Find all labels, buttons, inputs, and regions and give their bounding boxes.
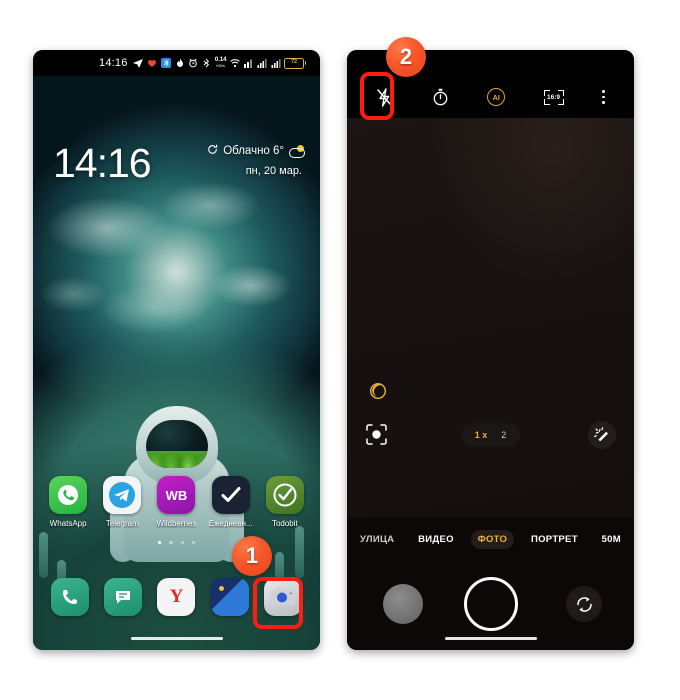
zoom-selector[interactable]: 1 x 2 bbox=[460, 423, 521, 447]
bluetooth-icon bbox=[201, 58, 211, 68]
app-wildberries[interactable]: WB Wildberries bbox=[152, 476, 200, 528]
weather-widget[interactable]: Облачно 6° пн, 20 мар. bbox=[207, 144, 305, 177]
network-speed-icon: 0.14 KB/s bbox=[214, 57, 227, 68]
mode-photo[interactable]: ФОТО bbox=[470, 530, 515, 549]
aspect-ratio-icon[interactable]: 16:9 bbox=[543, 89, 564, 105]
wildberries-glyph: WB bbox=[165, 487, 188, 503]
dock-item-phone[interactable] bbox=[50, 578, 89, 616]
weather-text: Облачно 6° bbox=[223, 145, 284, 157]
partly-cloudy-icon bbox=[289, 144, 305, 158]
telegram-icon bbox=[103, 476, 142, 514]
status-bar-clock: 14:16 bbox=[99, 57, 128, 69]
app-todobit[interactable]: Todobit bbox=[261, 476, 309, 528]
ai-icon[interactable]: AI bbox=[487, 88, 506, 106]
signal-sim2-icon bbox=[271, 58, 281, 68]
lockscreen-clock: 14:16 bbox=[53, 140, 152, 186]
checkmark-icon bbox=[211, 476, 250, 514]
dock-item-gallery[interactable] bbox=[210, 578, 249, 616]
dock-item-yandex[interactable]: Y bbox=[157, 578, 196, 616]
todobit-icon bbox=[265, 476, 304, 514]
flame-icon bbox=[175, 58, 185, 68]
page-dot bbox=[180, 540, 184, 544]
camera-mode-selector: УЛИЦА ВИДЕО ФОТО ПОРТРЕТ 50M bbox=[347, 530, 634, 549]
status-bar: 14:16 0.14 KB/s 72 bbox=[33, 50, 320, 76]
refresh-icon bbox=[207, 144, 218, 158]
camera-control-row: 1 x 2 bbox=[347, 418, 634, 452]
more-options-icon[interactable] bbox=[601, 90, 605, 104]
zoom-option-2x[interactable]: 2 bbox=[501, 430, 506, 440]
mode-ulitsa[interactable]: УЛИЦА bbox=[353, 530, 401, 549]
camera-app-screen: AI 16:9 1 x 2 УЛИЦА ВИДЕО ФОТО ПОРТРЕТ 5… bbox=[347, 50, 634, 650]
wildberries-icon: WB bbox=[157, 476, 196, 514]
gallery-thumbnail[interactable] bbox=[383, 584, 423, 624]
page-dot bbox=[191, 540, 196, 544]
camera-shutter-row bbox=[347, 574, 634, 634]
highlight-camera-dock-icon bbox=[253, 577, 303, 629]
timer-icon[interactable] bbox=[432, 88, 449, 106]
page-dot bbox=[169, 540, 173, 544]
night-mode-icon[interactable] bbox=[369, 382, 387, 400]
step-badge-1: 1 bbox=[232, 536, 272, 576]
android-home-screen: 14:16 0.14 KB/s 72 14:16 Облачно 6° пн, … bbox=[33, 50, 320, 650]
mode-portrait[interactable]: ПОРТРЕТ bbox=[524, 530, 585, 549]
whatsapp-icon bbox=[49, 476, 88, 514]
alarm-icon bbox=[188, 58, 198, 68]
home-indicator[interactable] bbox=[444, 636, 537, 640]
page-dot bbox=[157, 540, 162, 544]
home-indicator[interactable] bbox=[130, 636, 223, 640]
app-grid: WhatsApp Telegram WB Wildberries Ежеднев… bbox=[33, 476, 320, 528]
step-badge-2: 2 bbox=[386, 37, 426, 77]
app-telegram[interactable]: Telegram bbox=[98, 476, 146, 528]
vpn-icon bbox=[243, 58, 254, 68]
yandex-glyph: Y bbox=[169, 586, 184, 607]
weather-date: пн, 20 мар. bbox=[245, 165, 302, 177]
focus-lens-icon[interactable] bbox=[365, 423, 389, 447]
app-label: Ежедневн... bbox=[208, 519, 253, 528]
app-label: Telegram bbox=[105, 519, 139, 528]
app-label: Wildberries bbox=[156, 519, 197, 528]
health-icon bbox=[147, 58, 157, 68]
highlight-flash-toggle bbox=[360, 72, 394, 120]
mode-50m[interactable]: 50M bbox=[595, 530, 628, 549]
magic-wand-icon[interactable] bbox=[588, 421, 616, 449]
flip-camera-icon[interactable] bbox=[566, 586, 602, 622]
signal-sim1-icon bbox=[257, 58, 267, 68]
page-indicator bbox=[33, 540, 320, 544]
app-ezhednevnik[interactable]: Ежедневн... bbox=[207, 476, 255, 528]
dock-item-messages[interactable] bbox=[104, 578, 143, 616]
zoom-option-1x[interactable]: 1 x bbox=[475, 430, 488, 440]
telegram-icon bbox=[132, 58, 143, 68]
mode-video[interactable]: ВИДЕО bbox=[411, 530, 461, 549]
app-label: Todobit bbox=[271, 519, 298, 528]
app-label: WhatsApp bbox=[49, 519, 87, 528]
app-whatsapp[interactable]: WhatsApp bbox=[44, 476, 92, 528]
wifi-icon bbox=[230, 58, 240, 68]
camera-preview[interactable] bbox=[347, 118, 634, 518]
battery-icon: 72 bbox=[284, 57, 306, 69]
shutter-button[interactable] bbox=[463, 577, 518, 631]
ai-label: AI bbox=[492, 92, 500, 102]
bluetooth-app-icon bbox=[160, 58, 171, 68]
